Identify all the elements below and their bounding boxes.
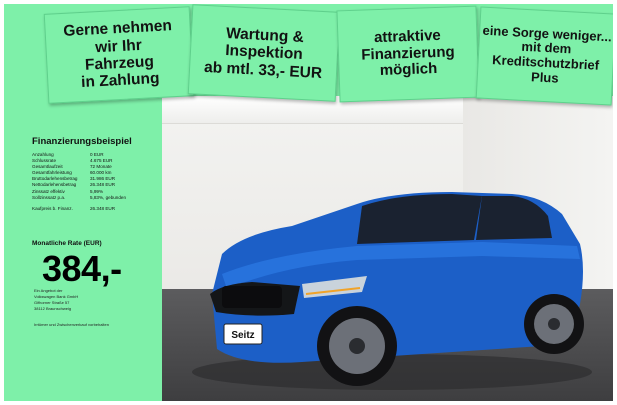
offer-line: 38112 Braunschweig [34,306,72,311]
suv-illustration: Seitz [192,192,592,390]
sticker-trade-in-text: Gerne nehmen wir Ihr Fahrzeug in Zahlung [62,17,173,92]
ad-banner: Seitz Gerne nehmen wir Ihr Fahrzeug in Z… [4,4,613,401]
financing-row: Sollzinssatz p.a. 5,83%, gebunden [32,194,127,200]
sticker-trade-in: Gerne nehmen wir Ihr Fahrzeug in Zahlung [43,6,195,104]
dealer-plate: Seitz [231,330,254,341]
monthly-rate-value: 384,- [42,248,122,289]
disclaimer: Irrtümer und Zwischenverkauf vorbehalten [34,322,109,327]
sticker-credit-protection-text: eine Sorge weniger... mit dem Kreditschu… [482,22,613,86]
financing-example: Finanzierungsbeispiel Anzahlung 0 EUR Sch… [32,136,162,212]
sticker-credit-protection: eine Sorge weniger... mit dem Kreditschu… [475,6,613,106]
sticker-financing-text: attraktive Finanzierung möglich [361,26,455,80]
sticker-financing: attraktive Finanzierung möglich [336,5,480,103]
purchase-price-row: Kaufpreis b. Finanz. 26.348 EUR [32,205,116,211]
financing-title: Finanzierungsbeispiel [32,136,132,147]
car-photo: Seitz [162,96,613,401]
sticker-maintenance: Wartung & Inspektion ab mtl. 33,- EUR [187,4,341,102]
offer-provider: Ein Angebot der Volkswagen Bank GmbH Gif… [34,288,78,312]
sticker-maintenance-text: Wartung & Inspektion ab mtl. 33,- EUR [203,24,323,82]
monthly-rate-label: Monatliche Rate (EUR) [32,240,102,247]
